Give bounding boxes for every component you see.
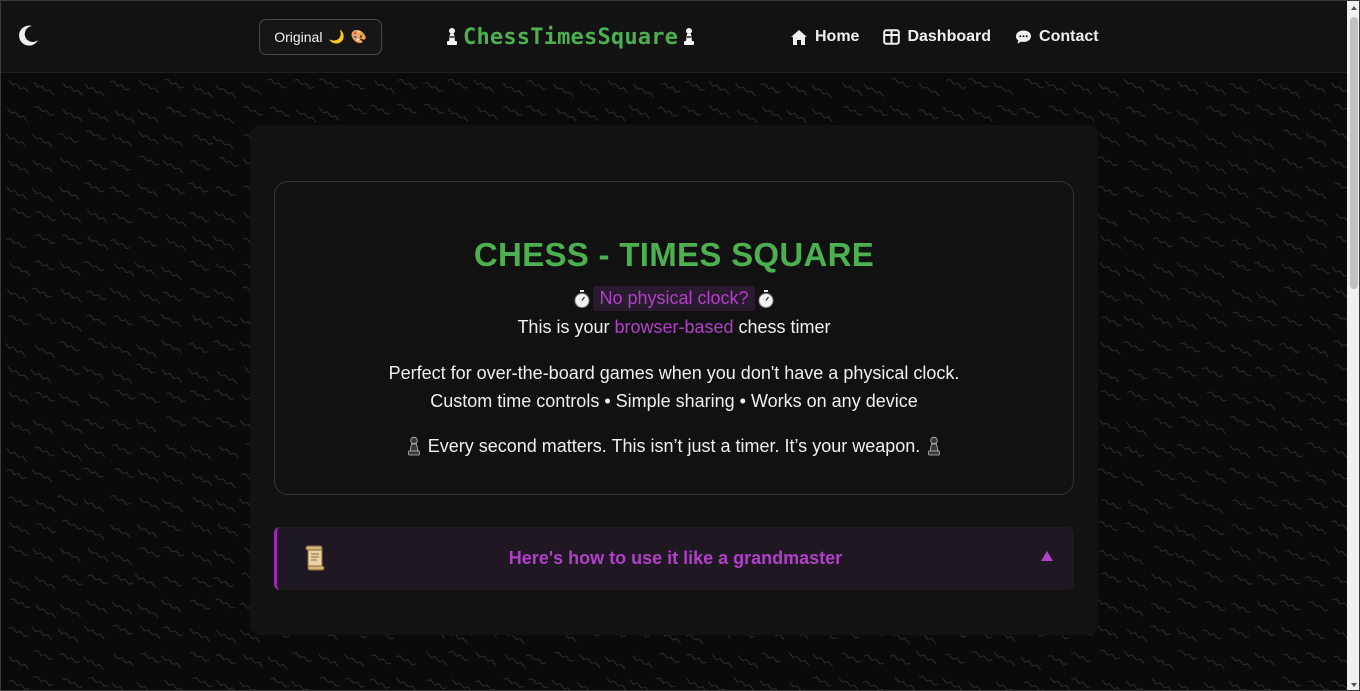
subtitle-suffix: chess timer [733,317,831,337]
white-pawn-icon [684,28,695,45]
white-pawn-icon [447,28,457,45]
hero-title: CHESS - TIMES SQUARE [473,236,875,273]
nav-dashboard[interactable]: Dashboard [883,28,991,46]
motto-line: Every second matters. This isn’t just a … [275,436,1073,457]
main-card: CHESS - TIMES SQUARE No physical clock? … [250,125,1098,635]
hero-panel: CHESS - TIMES SQUARE No physical clock? … [274,181,1074,495]
page-scrollbar[interactable] [1347,1,1359,690]
black-pawn-icon [407,436,420,456]
home-icon [791,29,807,45]
chat-icon [1016,30,1032,44]
arrow-up-icon [1351,6,1357,10]
brand-logo[interactable]: ChessTimesSquare [445,21,696,53]
stopwatch-icon [574,289,590,308]
how-to-accordion[interactable]: Here's how to use it like a grandmaster [274,527,1074,590]
subtitle-line: This is your browser-based chess timer [275,317,1073,338]
nav-home-label: Home [815,28,860,45]
nav-contact[interactable]: Contact [1015,28,1099,46]
tagline: No physical clock? [275,286,1073,311]
brand-name: ChessTimesSquare [463,24,679,50]
motto-text: Every second matters. This isn’t just a … [427,436,921,456]
moon-icon [19,25,38,46]
accordion-title: Here's how to use it like a grandmaster [508,548,843,568]
scrollbar-thumb[interactable] [1350,17,1358,289]
description-line-2: Custom time controls • Simple sharing • … [430,391,918,411]
main-nav: Home Dashboard Contact [790,25,1099,49]
caret-up-icon [1041,551,1053,561]
moon-emoji-icon: 🌙 [328,29,345,44]
dark-mode-toggle[interactable] [15,23,41,49]
nav-home[interactable]: Home [790,28,859,46]
tagline-chip: No physical clock? [593,286,755,311]
scroll-down-arrow[interactable] [1347,678,1359,690]
black-pawn-icon [928,436,941,456]
stopwatch-icon [758,289,774,308]
theme-select-button[interactable]: Original 🌙 🎨 [259,19,382,55]
arrow-down-icon [1351,683,1357,687]
top-navbar: Original 🌙 🎨 ChessTimesSquare Home Dashb… [1,1,1347,73]
palette-icon: 🎨 [350,29,367,44]
page-frame: Original 🌙 🎨 ChessTimesSquare Home Dashb… [0,0,1360,691]
description-line-1: Perfect for over-the-board games when yo… [388,363,960,383]
nav-contact-label: Contact [1039,28,1099,45]
theme-label: Original [274,29,323,45]
nav-dashboard-label: Dashboard [907,28,992,45]
subtitle-accent: browser-based [614,317,734,337]
scroll-up-arrow[interactable] [1347,1,1359,15]
dashboard-icon [883,29,901,45]
subtitle-prefix: This is your [517,317,615,337]
